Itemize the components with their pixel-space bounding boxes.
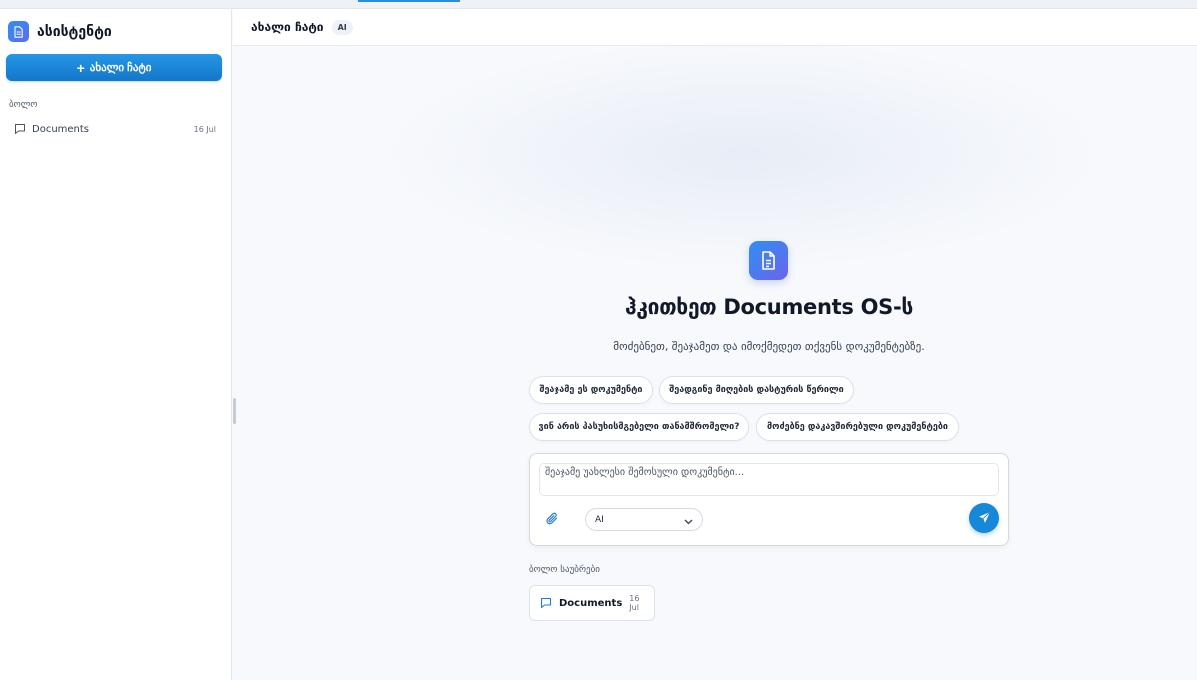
recent-conversation-card[interactable]: Documents 16 Jul [529, 585, 655, 621]
sidebar: ასისტენტი + ახალი ჩატი ბოლო Documents 16… [0, 9, 232, 680]
paperclip-icon[interactable] [544, 511, 560, 527]
sidebar-chat-item-label: Documents [32, 123, 90, 135]
chat-title: ახალი ჩატი [251, 20, 324, 34]
main-panel: ახალი ჩატი AI ჰკითხეთ Documents OS-ს მოძ… [233, 9, 1197, 680]
sidebar-brand: ასისტენტი [8, 21, 112, 42]
sidebar-chat-item-date: 16 Jul [193, 124, 216, 134]
hero-title: ჰკითხეთ Documents OS-ს [624, 295, 913, 319]
chat-composer: AI [529, 453, 1009, 546]
recent-conversation-date: 16 Jul [629, 594, 640, 612]
plus-icon: + [76, 59, 85, 76]
send-button[interactable] [969, 503, 999, 533]
chat-bubble-icon [14, 123, 26, 135]
suggestion-chip[interactable]: მოძებნე დაკავშირებული დოკუმენტები [756, 413, 959, 441]
model-select-value: AI [595, 514, 604, 525]
chat-bubble-icon [540, 594, 552, 613]
document-icon [8, 21, 29, 42]
message-input[interactable] [539, 463, 999, 496]
sidebar-title: ასისტენტი [37, 23, 112, 40]
top-tab-strip [0, 0, 1197, 9]
chevron-down-icon [684, 510, 693, 529]
active-tab-indicator [358, 0, 460, 2]
new-chat-button[interactable]: + ახალი ჩატი [6, 54, 222, 81]
send-icon [978, 509, 991, 528]
suggestion-chip[interactable]: შეაჯამე ეს დოკუმენტი [529, 376, 653, 404]
recent-conversation-label: Documents [559, 597, 623, 609]
new-chat-label: ახალი ჩატი [89, 62, 152, 74]
recent-section-label: ბოლო [9, 100, 38, 110]
suggestion-chip[interactable]: შეადგინე მიღების დასტურის წერილი [659, 376, 854, 404]
model-select[interactable]: AI [585, 508, 703, 531]
sidebar-chat-item-documents[interactable]: Documents 16 Jul [8, 119, 222, 139]
document-icon [749, 241, 788, 280]
recent-conversations-label: ბოლო საუბრები [529, 565, 600, 575]
suggestion-chip[interactable]: ვინ არის პასუხისმგებელი თანამშრომელი? [529, 413, 749, 441]
background-glow [383, 39, 1103, 269]
model-badge: AI [331, 19, 353, 35]
hero-subtitle: მოძებნეთ, შეაჯამეთ და იმოქმედეთ თქვენს დ… [613, 340, 925, 353]
